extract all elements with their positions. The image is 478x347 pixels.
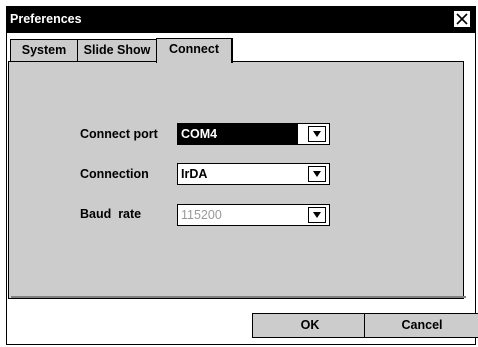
dropdown-arrow-icon bbox=[313, 212, 321, 218]
cancel-button[interactable]: Cancel bbox=[364, 313, 478, 338]
baud-rate-select[interactable]: 115200 bbox=[177, 204, 330, 226]
close-icon bbox=[456, 13, 468, 25]
title-bar[interactable]: Preferences bbox=[7, 7, 475, 33]
dropdown-arrow-icon bbox=[313, 171, 321, 177]
tab-connect[interactable]: Connect bbox=[156, 38, 233, 63]
tab-slide-show[interactable]: Slide Show bbox=[77, 39, 157, 61]
dropdown-arrow-icon bbox=[313, 131, 321, 137]
tab-label: Slide Show bbox=[83, 43, 151, 57]
tab-label: System bbox=[21, 43, 67, 57]
baud-rate-value: 115200 bbox=[181, 208, 222, 222]
window-title: Preferences bbox=[10, 12, 82, 26]
close-button[interactable] bbox=[453, 10, 471, 28]
panel-shadow bbox=[11, 296, 466, 298]
connection-dropdown-button[interactable] bbox=[308, 166, 326, 182]
tab-system[interactable]: System bbox=[10, 39, 78, 61]
connect-port-select[interactable]: COM4 bbox=[177, 123, 330, 145]
connection-select[interactable]: IrDA bbox=[177, 163, 330, 185]
connection-label: Connection bbox=[80, 167, 149, 181]
connect-port-dropdown-button[interactable] bbox=[308, 126, 326, 142]
connection-value: IrDA bbox=[181, 167, 208, 181]
baud-rate-label: Baud rate bbox=[80, 207, 142, 221]
ok-button[interactable]: OK bbox=[252, 313, 368, 338]
baud-rate-dropdown-button[interactable] bbox=[308, 207, 326, 223]
tab-label: Connect bbox=[169, 42, 219, 56]
connect-port-value: COM4 bbox=[181, 127, 218, 141]
connect-port-label: Connect port bbox=[80, 127, 158, 141]
